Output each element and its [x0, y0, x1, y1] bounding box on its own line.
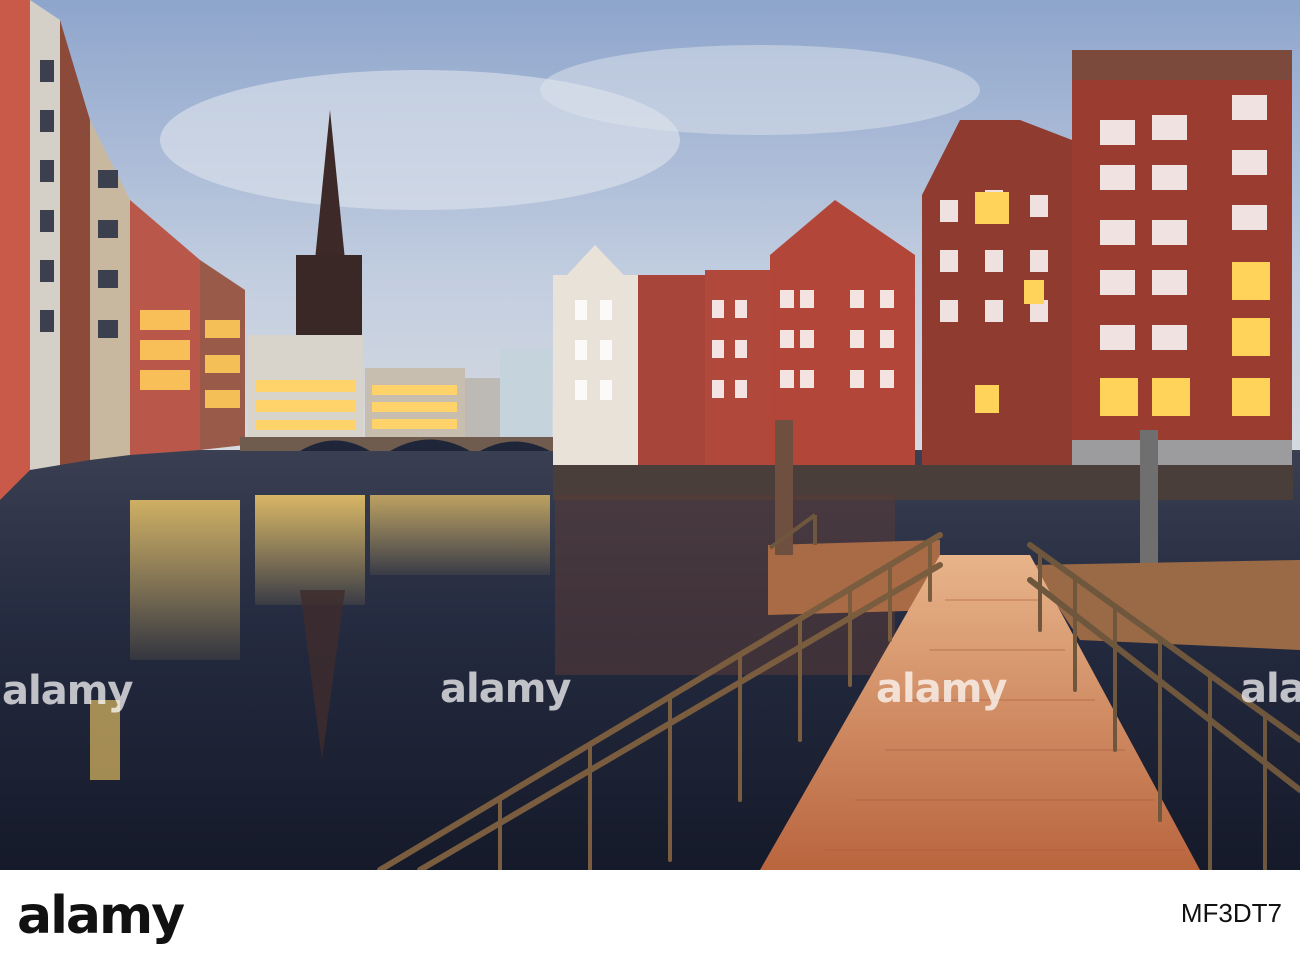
canal-photo: alamy alamy alamy alamy: [0, 0, 1300, 870]
footer-bar: alamy MF3DT7: [0, 870, 1300, 957]
bridge: [240, 437, 555, 451]
brand-logo[interactable]: alamy: [17, 886, 185, 946]
image-id: MF3DT7: [1180, 898, 1282, 928]
watermark: alamy: [1240, 666, 1300, 712]
cloud: [540, 45, 980, 135]
canal-scene: [0, 0, 1300, 870]
watermark: alamy: [440, 666, 571, 712]
watermark: alamy: [2, 668, 133, 714]
watermark: alamy: [876, 666, 1007, 712]
